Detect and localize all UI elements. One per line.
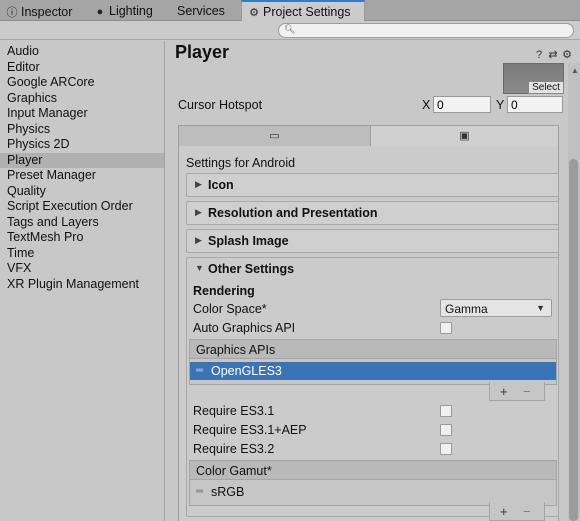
expand-arrow-icon: ▶ <box>195 179 202 189</box>
color-gamut-footer: + − <box>489 502 545 521</box>
hotspot-y-label: Y <box>496 98 505 112</box>
auto-graphics-api-checkbox[interactable] <box>440 322 452 334</box>
vertical-scrollbar[interactable] <box>568 63 580 521</box>
gear-icon: ⚙ <box>249 7 259 19</box>
settings-sidebar: Audio Editor Google ARCore Graphics Inpu… <box>0 41 165 521</box>
settings-for-label: Settings for Android <box>186 156 296 170</box>
sidebar-item-input-manager[interactable]: Input Manager <box>0 106 164 122</box>
require-es32-checkbox[interactable] <box>440 443 452 455</box>
add-item-button[interactable]: + <box>500 504 508 519</box>
scrollbar-thumb[interactable] <box>569 159 578 521</box>
require-es31-checkbox[interactable] <box>440 405 452 417</box>
sidebar-item-xr-plugin-management[interactable]: XR Plugin Management <box>0 277 164 293</box>
sidebar-item-textmesh-pro[interactable]: TextMesh Pro <box>0 230 164 246</box>
help-icon[interactable]: ? <box>532 49 546 61</box>
dropdown-caret-icon: ▼ <box>536 303 545 313</box>
presets-icon[interactable]: ⇄ <box>546 48 560 61</box>
monitor-icon: ▭ <box>269 130 280 142</box>
hotspot-x-label: X <box>422 98 431 112</box>
cursor-hotspot-label: Cursor Hotspot <box>178 98 263 112</box>
search-row: 🔍︎ <box>0 21 580 40</box>
search-box[interactable]: 🔍︎ <box>278 23 574 38</box>
hotspot-x-field[interactable] <box>433 96 491 113</box>
collapse-arrow-icon[interactable]: ▼ <box>195 263 204 273</box>
tab-lighting-label: Lighting <box>109 4 153 18</box>
sidebar-item-physics[interactable]: Physics <box>0 122 164 138</box>
header-icons: ? ⇄ ⚙ <box>532 47 574 61</box>
list-item-label: sRGB <box>211 485 245 499</box>
foldout-icon-section[interactable]: ▶ Icon <box>186 173 559 197</box>
search-icon: 🔍︎ <box>284 24 296 34</box>
sidebar-item-google-arcore[interactable]: Google ARCore <box>0 75 164 91</box>
platform-settings-panel: Settings for Android ▶ Icon ▶ Resolution… <box>178 146 559 521</box>
graphics-apis-body: ═ OpenGLES3 <box>190 359 556 384</box>
search-input[interactable] <box>295 24 565 37</box>
require-es31-label: Require ES3.1 <box>193 404 275 418</box>
remove-item-button[interactable]: − <box>523 384 531 399</box>
drag-handle-icon[interactable]: ═ <box>196 486 203 497</box>
tab-services[interactable]: Services <box>168 1 240 21</box>
info-icon: ⓘ <box>6 7 18 19</box>
rendering-heading: Rendering <box>193 284 255 298</box>
window-tab-bar: ⓘ Inspector ● Lighting Services ⚙ Project S… <box>0 0 580 22</box>
tab-inspector[interactable]: ⓘ Inspector <box>0 1 86 21</box>
tab-standalone[interactable]: ▭ <box>178 125 371 147</box>
sidebar-item-quality[interactable]: Quality <box>0 184 164 200</box>
settings-gear-icon[interactable]: ⚙ <box>560 48 574 61</box>
color-gamut-header: Color Gamut* <box>190 461 556 480</box>
foldout-label: Splash Image <box>208 234 289 248</box>
android-icon: ▣ <box>459 130 470 142</box>
sidebar-item-tags-and-layers[interactable]: Tags and Layers <box>0 215 164 231</box>
hotspot-y-field[interactable] <box>507 96 563 113</box>
scroll-up-arrow-icon[interactable]: ▲ <box>571 66 579 75</box>
select-texture-button[interactable]: Select <box>528 81 564 94</box>
color-space-label: Color Space* <box>193 302 267 316</box>
foldout-label: Resolution and Presentation <box>208 206 378 220</box>
tab-project-settings[interactable]: ⚙ Project Settings <box>241 0 365 22</box>
player-settings-panel: Player ?⇄⚙ Select Cursor Hotspot X Y ▭ ▣… <box>166 41 580 521</box>
tab-services-label: Services <box>177 4 225 18</box>
color-gamut-list: Color Gamut* ═ sRGB <box>189 460 557 506</box>
graphics-apis-list: Graphics APIs ═ OpenGLES3 <box>189 339 557 385</box>
tab-android[interactable]: ▣ <box>370 125 559 147</box>
add-item-button[interactable]: + <box>500 384 508 399</box>
foldout-resolution-section[interactable]: ▶ Resolution and Presentation <box>186 201 559 225</box>
sidebar-item-graphics[interactable]: Graphics <box>0 91 164 107</box>
platform-tabs: ▭ ▣ <box>178 125 559 147</box>
foldout-label: Icon <box>208 178 234 192</box>
sidebar-item-preset-manager[interactable]: Preset Manager <box>0 168 164 184</box>
list-item[interactable]: ═ OpenGLES3 <box>190 362 556 380</box>
color-space-dropdown[interactable]: Gamma ▼ <box>440 299 552 317</box>
graphics-apis-header: Graphics APIs <box>190 340 556 359</box>
page-title: Player <box>175 42 230 62</box>
remove-item-button[interactable]: − <box>523 504 531 519</box>
sidebar-item-physics-2d[interactable]: Physics 2D <box>0 137 164 153</box>
expand-arrow-icon: ▶ <box>195 235 202 245</box>
require-es31aep-label: Require ES3.1+AEP <box>193 423 307 437</box>
list-item-label: OpenGLES3 <box>211 364 282 378</box>
foldout-splash-section[interactable]: ▶ Splash Image <box>186 229 559 253</box>
tab-lighting[interactable]: ● Lighting <box>88 1 166 21</box>
list-item[interactable]: ═ sRGB <box>190 483 556 501</box>
tab-inspector-label: Inspector <box>21 5 73 19</box>
sidebar-item-editor[interactable]: Editor <box>0 60 164 76</box>
bulb-icon: ● <box>96 6 104 18</box>
sidebar-item-player[interactable]: Player <box>0 152 164 168</box>
auto-graphics-api-label: Auto Graphics API <box>193 321 296 335</box>
sidebar-item-script-execution-order[interactable]: Script Execution Order <box>0 199 164 215</box>
require-es31aep-checkbox[interactable] <box>440 424 452 436</box>
foldout-label[interactable]: Other Settings <box>208 262 294 276</box>
expand-arrow-icon: ▶ <box>195 207 202 217</box>
sidebar-item-time[interactable]: Time <box>0 246 164 262</box>
color-space-value: Gamma <box>445 302 488 316</box>
drag-handle-icon[interactable]: ═ <box>196 365 203 376</box>
require-es32-label: Require ES3.2 <box>193 442 275 456</box>
tab-project-settings-label: Project Settings <box>263 5 351 19</box>
foldout-other-settings: ▼ Other Settings Rendering Color Space* … <box>186 257 559 521</box>
sidebar-item-vfx[interactable]: VFX <box>0 261 164 277</box>
sidebar-item-audio[interactable]: Audio <box>0 44 164 60</box>
graphics-apis-footer: + − <box>489 382 545 401</box>
